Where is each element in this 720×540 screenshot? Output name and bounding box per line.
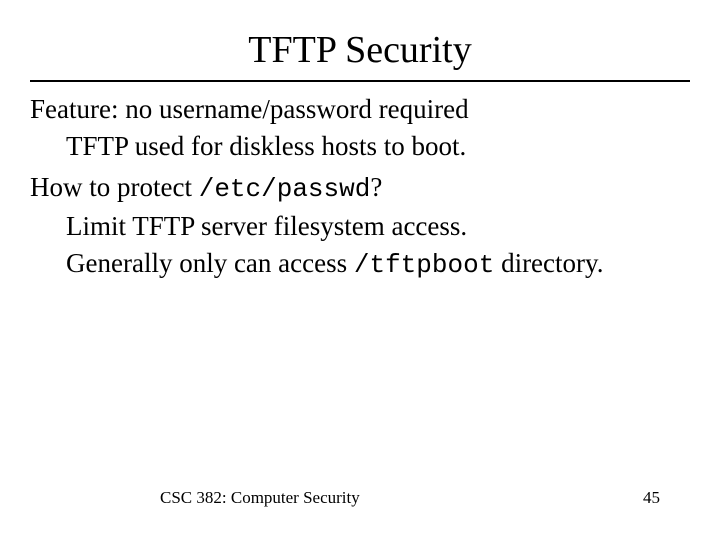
limit-line: Limit TFTP server filesystem access. (66, 209, 690, 244)
access-code: /tftpboot (354, 250, 494, 280)
slide-footer: CSC 382: Computer Security 45 (0, 488, 720, 508)
protect-line: How to protect /etc/passwd? (30, 170, 690, 207)
title-divider (30, 80, 690, 82)
protect-pre: How to protect (30, 172, 199, 202)
slide-title: TFTP Security (30, 28, 690, 72)
protect-code: /etc/passwd (199, 174, 371, 204)
footer-page: 45 (643, 488, 660, 508)
slide: TFTP Security Feature: no username/passw… (0, 0, 720, 540)
access-line: Generally only can access /tftpboot dire… (66, 246, 690, 283)
feature-sub-line: TFTP used for diskless hosts to boot. (66, 129, 690, 164)
footer-course: CSC 382: Computer Security (160, 488, 360, 508)
access-pre: Generally only can access (66, 248, 354, 278)
feature-line: Feature: no username/password required (30, 92, 690, 127)
protect-post: ? (370, 172, 382, 202)
access-post: directory. (494, 248, 603, 278)
slide-body: Feature: no username/password required T… (30, 92, 690, 283)
